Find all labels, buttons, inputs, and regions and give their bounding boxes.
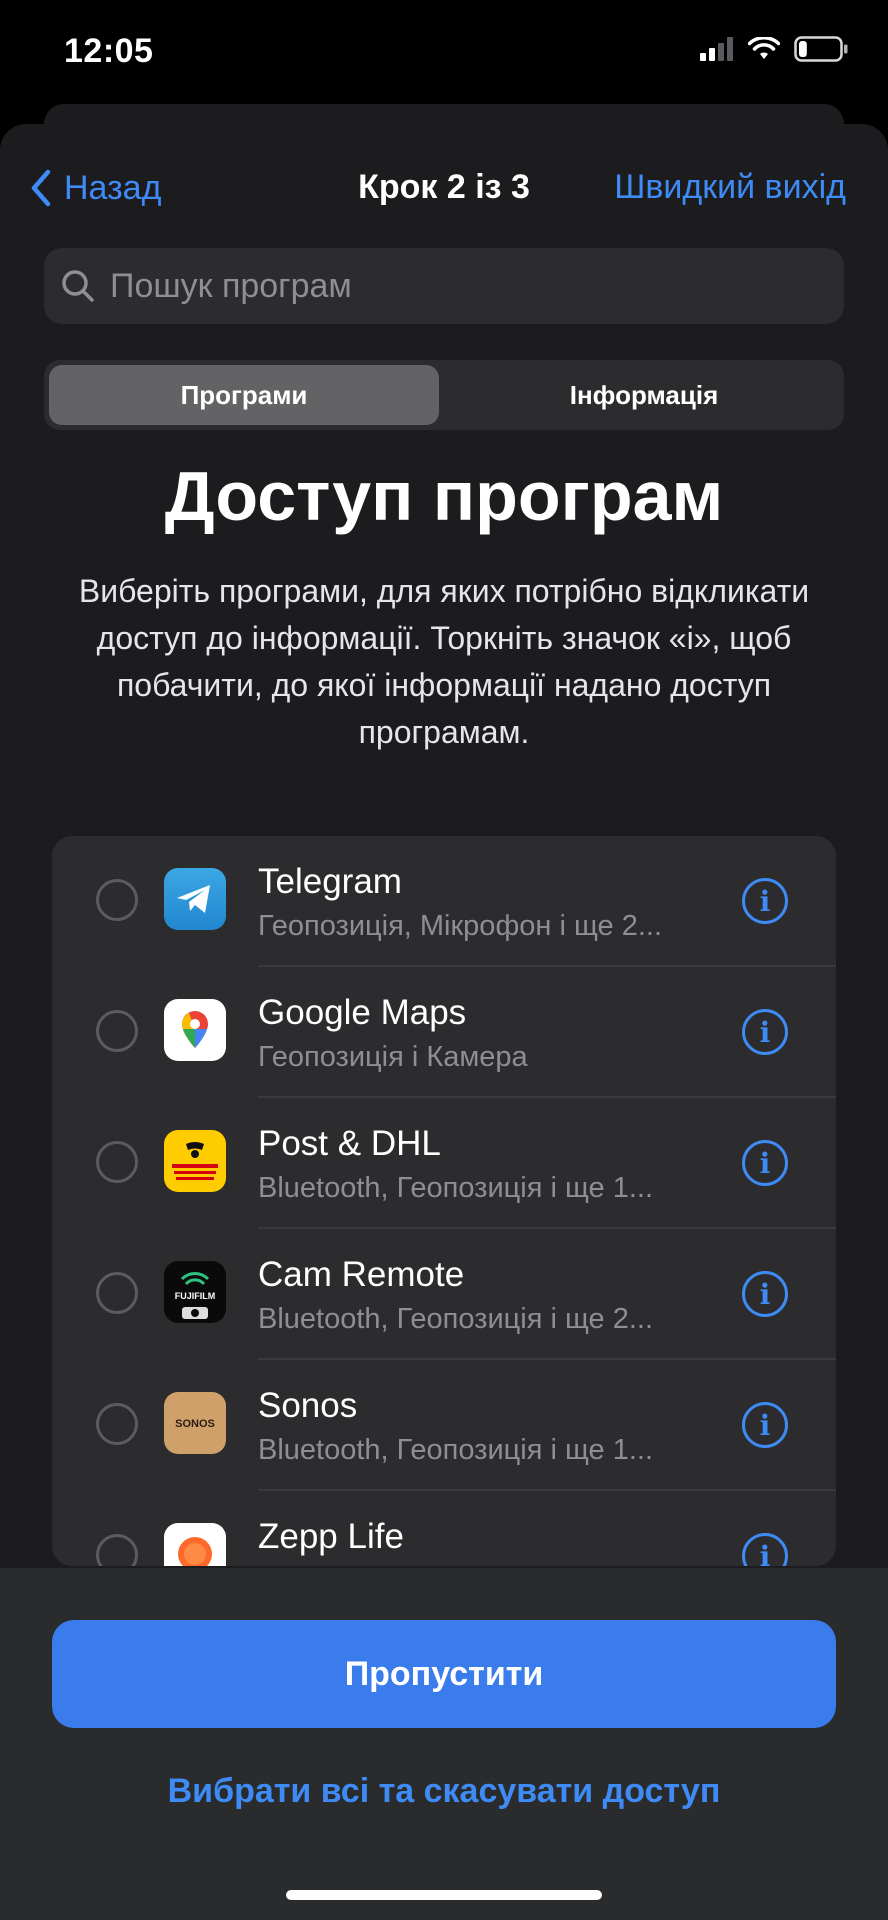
list-item[interactable]: SONOS Sonos Bluetooth, Геопозиція і ще 1…: [52, 1360, 836, 1491]
list-item[interactable]: Google Maps Геопозиція і Камера i: [52, 967, 836, 1098]
status-time: 12:05: [64, 32, 154, 70]
telegram-icon: [164, 868, 226, 930]
select-all-revoke-button[interactable]: Вибрати всі та скасувати доступ: [0, 1772, 888, 1811]
app-permissions: Bluetooth, Геопозиція і ще 1...: [258, 1172, 654, 1204]
app-permissions: Bluetooth, Геопозиція і ще 2...: [258, 1303, 654, 1335]
tab-information[interactable]: Інформація: [449, 365, 839, 425]
tab-apps[interactable]: Програми: [49, 365, 439, 425]
signal-icon: [700, 37, 733, 61]
info-icon[interactable]: i: [742, 1271, 788, 1317]
app-name: Sonos: [258, 1386, 358, 1425]
fujifilm-icon: FUJIFILM: [164, 1261, 226, 1323]
select-radio[interactable]: [96, 879, 138, 921]
list-item[interactable]: Post & DHL Bluetooth, Геопозиція і ще 1.…: [52, 1098, 836, 1229]
zepp-icon: [164, 1523, 226, 1566]
search-bar[interactable]: [44, 248, 844, 324]
segmented-control: Програми Інформація: [44, 360, 844, 430]
fujifilm-logo-text: FUJIFILM: [175, 1291, 216, 1301]
list-item[interactable]: FUJIFILM Cam Remote Bluetooth, Геопозиці…: [52, 1229, 836, 1360]
info-icon[interactable]: i: [742, 878, 788, 924]
app-permissions: Геопозиція, Мікрофон і ще 2...: [258, 910, 663, 942]
search-icon: [62, 270, 94, 302]
select-radio[interactable]: [96, 1010, 138, 1052]
skip-button[interactable]: Пропустити: [52, 1620, 836, 1728]
info-icon[interactable]: i: [742, 1402, 788, 1448]
app-name: Zepp Life: [258, 1517, 404, 1556]
select-radio[interactable]: [96, 1534, 138, 1566]
list-item[interactable]: Zepp Life i: [52, 1491, 836, 1566]
status-icons: [700, 36, 848, 62]
select-radio[interactable]: [96, 1403, 138, 1445]
battery-icon: [794, 36, 848, 62]
sonos-icon: SONOS: [164, 1392, 226, 1454]
sonos-logo-text: SONOS: [175, 1418, 215, 1430]
page-title: Доступ програм: [164, 457, 724, 535]
page-description: Виберіть програми, для яких потрібно від…: [78, 573, 810, 750]
info-icon[interactable]: i: [742, 1140, 788, 1186]
app-name: Cam Remote: [258, 1255, 465, 1294]
app-name: Post & DHL: [258, 1124, 441, 1163]
wifi-icon: [748, 37, 780, 59]
app-permissions: Bluetooth, Геопозиція і ще 1...: [258, 1434, 654, 1466]
status-bar: 12:05: [0, 0, 888, 110]
info-icon[interactable]: i: [742, 1533, 788, 1566]
google-maps-icon: [164, 999, 226, 1061]
dhl-icon: [164, 1130, 226, 1192]
app-name: Google Maps: [258, 993, 467, 1032]
app-permissions: Геопозиція і Камера: [258, 1041, 528, 1073]
app-list: Telegram Геопозиція, Мікрофон і ще 2... …: [52, 836, 836, 1566]
select-radio[interactable]: [96, 1141, 138, 1183]
navigation-bar: Назад Крок 2 із 3 Швидкий вихід: [0, 124, 888, 244]
search-input[interactable]: [108, 265, 792, 307]
app-name: Telegram: [258, 862, 402, 901]
quick-exit-button[interactable]: Швидкий вихід: [614, 168, 846, 207]
list-item[interactable]: Telegram Геопозиція, Мікрофон і ще 2... …: [52, 836, 836, 967]
select-radio[interactable]: [96, 1272, 138, 1314]
info-icon[interactable]: i: [742, 1009, 788, 1055]
home-indicator: [286, 1890, 602, 1900]
